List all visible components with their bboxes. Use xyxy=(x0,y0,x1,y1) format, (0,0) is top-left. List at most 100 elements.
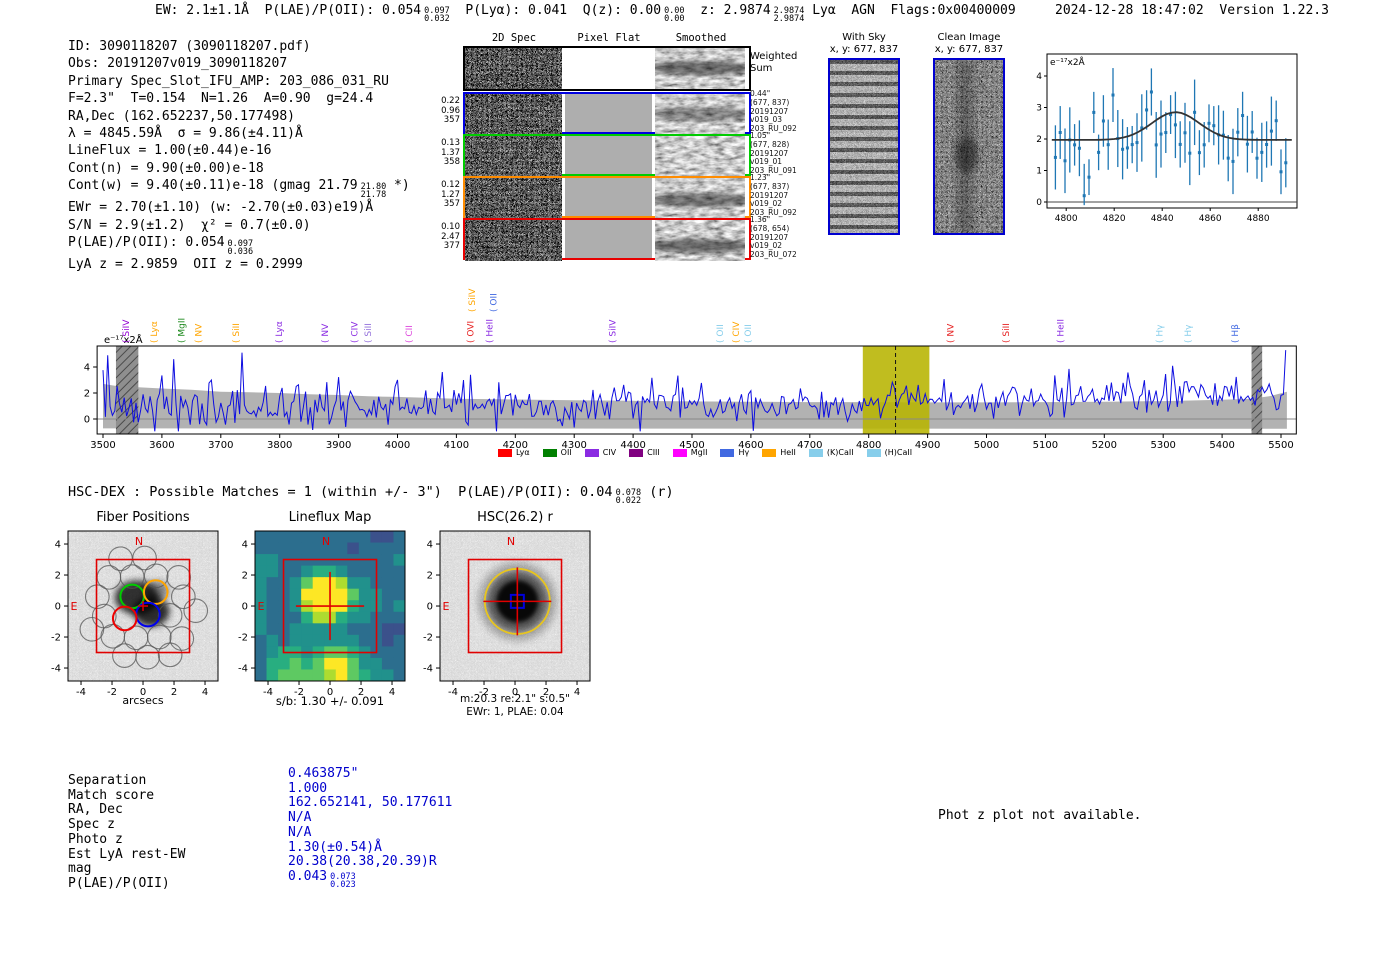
spectrum-ytick-label: 2 xyxy=(84,389,90,400)
inset-xtick-label: 4800 xyxy=(1055,214,1078,224)
spec2d-cell xyxy=(465,178,562,219)
lineflux-pixel xyxy=(347,623,360,636)
lineflux-pixel xyxy=(335,657,348,670)
summary-text-line: F=2.3" T=0.154 N=1.26 A=0.90 g=24.4 xyxy=(68,90,410,107)
lineflux-pixel xyxy=(301,542,314,555)
compass-east-label: E xyxy=(258,600,265,613)
spec2d-noise-image xyxy=(465,220,562,261)
span: 0.036 xyxy=(227,247,254,258)
elixer-report-page: { "header": { "ew": "EW: 2.1±1.1Å", "pla… xyxy=(0,0,1400,953)
summary-text-segment: S/N = 2.9(±1.2) χ² = 0.7(±0.0) xyxy=(68,217,311,233)
lineflux-pixel xyxy=(266,600,279,613)
cutout-ytick-label: -2 xyxy=(51,633,61,644)
spec2d-cells xyxy=(465,48,752,89)
lineflux-pixel xyxy=(278,657,291,670)
match-table-labels: Separation Match score RA, Dec Spec z Photo … xyxy=(68,773,185,892)
data-point xyxy=(1193,110,1197,114)
match-table-label: Match score xyxy=(68,787,155,803)
cutout-ytick-label: 4 xyxy=(427,540,433,551)
header-flags: Flags:0x00400009 xyxy=(890,3,1016,18)
summary-text-line: ID: 3090118207 (3090118207.pdf) xyxy=(68,38,410,55)
lineflux-pixel xyxy=(381,611,394,624)
lineflux-pixel xyxy=(255,657,268,670)
emission-line-label: ( CII xyxy=(405,325,415,343)
lineflux-pixel xyxy=(301,577,314,590)
emission-line-label: ( CIV xyxy=(732,321,742,343)
smoothed-dark-band xyxy=(648,61,752,75)
legend-label: (K)CaII xyxy=(826,448,854,457)
data-point xyxy=(1183,131,1187,135)
inset-ytick-label: 3 xyxy=(1036,104,1042,114)
lineflux-pixel xyxy=(312,634,325,647)
lineflux-pixel xyxy=(278,531,291,544)
data-point xyxy=(1073,143,1077,147)
svg xyxy=(648,94,752,135)
data-point xyxy=(1269,129,1273,133)
header-datetime: 2024-12-28 18:47:02 xyxy=(1055,3,1204,18)
lineflux-pixel xyxy=(278,669,291,682)
header-plae: P(LAE)/P(OII): 0.054 xyxy=(264,3,422,18)
lineflux-pixel xyxy=(335,634,348,647)
match-table-value: 0.043 0.073 0.023 xyxy=(288,869,452,889)
match-table-label: Photo z xyxy=(68,831,123,847)
lineflux-pixel xyxy=(347,531,360,544)
spectrum-xtick-label: 5300 xyxy=(1150,440,1175,451)
legend-label: Hγ xyxy=(738,448,750,457)
lineflux-pixel xyxy=(266,646,279,659)
spectrum-xtick-label: 3600 xyxy=(149,440,174,451)
lineflux-pixel xyxy=(335,577,348,590)
inset-ytick-label: 2 xyxy=(1036,135,1042,145)
lineflux-pixel xyxy=(301,531,314,544)
lineflux-pixel xyxy=(324,657,337,670)
match-table-values: 0.463875" 1.000 162.652141, 50.177611 N/A N/… xyxy=(288,766,452,889)
summary-text-line: LyA z = 2.9859 OII z = 0.2999 xyxy=(68,256,410,273)
legend-swatch xyxy=(720,448,735,457)
data-point xyxy=(1236,130,1240,134)
inset-xtick-label: 4820 xyxy=(1103,214,1126,224)
spec2d-cells xyxy=(465,94,752,135)
data-point xyxy=(1231,159,1235,163)
lineflux-pixel xyxy=(289,657,302,670)
match-table-label: Spec z xyxy=(68,817,115,833)
spectrum-ytick-label: 0 xyxy=(84,415,90,426)
summary-text-line: Obs: 20191207v019_3090118207 xyxy=(68,55,410,72)
spec2d-row-annotation: 1.05" (677, 828) 20191207 v019_01 203_RU_091 xyxy=(750,131,797,176)
photz-note: Phot z plot not available. xyxy=(938,808,1142,823)
spec2d-weighted-row xyxy=(463,46,752,91)
summary-text-segment: LyA z = 2.9859 OII z = 0.2999 xyxy=(68,257,303,273)
lineflux-pixel xyxy=(358,634,371,647)
spec2d-panel: 2D Spec Pixel Flat Smoothed Weighted Sum … xyxy=(430,32,860,267)
data-point xyxy=(1178,142,1182,146)
legend-swatch xyxy=(629,448,644,457)
legend-swatch xyxy=(542,448,557,457)
header-qz-stack: 0.00 0.00 xyxy=(664,6,685,24)
legend-item: Lyα xyxy=(497,448,530,457)
data-point xyxy=(1250,130,1254,134)
lineflux-pixel xyxy=(358,531,371,544)
spec2d-row-annotation: 1.23" (677, 837) 20191207 v019_02 203_RU_092 xyxy=(750,173,797,218)
lineflux-pixel xyxy=(358,611,371,624)
smoothed-dark-band xyxy=(648,193,752,207)
stacked-uncertainty: 0.097 0.036 xyxy=(227,240,254,258)
legend-item: MgII xyxy=(672,448,707,457)
header-qz: Q(z): 0.00 xyxy=(582,3,662,18)
span: 20.38(20.38,20.39)R xyxy=(288,854,437,870)
data-point xyxy=(1106,143,1110,147)
lineflux-pixel xyxy=(358,565,371,578)
match-table-value: 20.38(20.38,20.39)R xyxy=(288,854,452,870)
lineflux-pixel xyxy=(266,554,279,567)
emission-line-label: ( SiII xyxy=(232,323,242,343)
data-point xyxy=(1149,90,1153,94)
lineflux-pixel xyxy=(335,531,348,544)
lineflux-pixel xyxy=(370,531,383,544)
legend-swatch xyxy=(762,448,777,457)
cutout-ytick-label: -2 xyxy=(423,633,433,644)
data-point xyxy=(1087,175,1091,179)
spectrum-xtick-label: 5100 xyxy=(1033,440,1058,451)
spec2d-cell xyxy=(465,48,562,89)
lineflux-pixel xyxy=(289,623,302,636)
legend-label: OII xyxy=(560,448,572,457)
legend-item: (H)CaII xyxy=(866,448,912,457)
gaussian-fit-curve xyxy=(1051,111,1292,141)
span: 1.000 xyxy=(288,780,328,796)
